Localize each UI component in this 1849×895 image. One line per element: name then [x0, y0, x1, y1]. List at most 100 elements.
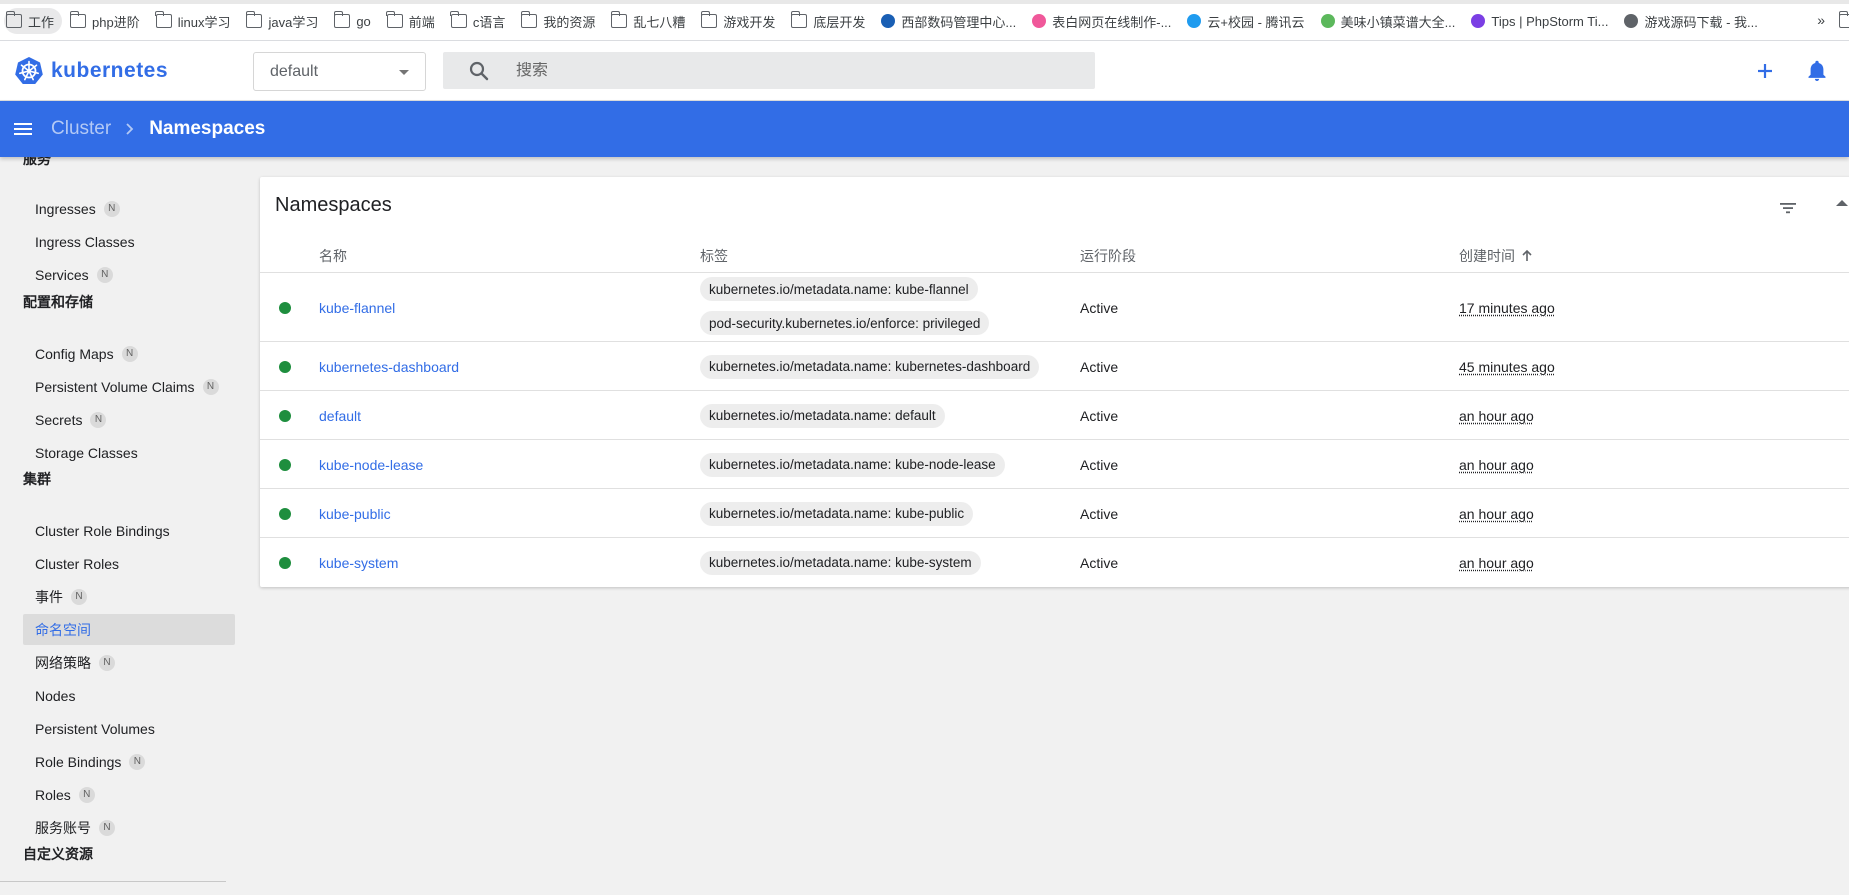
column-header-created[interactable]: 创建时间: [1459, 246, 1535, 266]
sidebar-item[interactable]: Cluster Roles: [23, 548, 235, 579]
bookmark-item[interactable]: 美味小镇菜谱大全...: [1319, 8, 1464, 34]
sidebar-heading-custom-resources[interactable]: 自定义资源: [23, 844, 93, 864]
label-chip: pod-security.kubernetes.io/enforce: priv…: [700, 311, 990, 335]
bookmark-item[interactable]: 乱七八糟: [609, 8, 693, 34]
sidebar-nav: 服务 配置和存储 集群 自定义资源 Ingresses N Ingress Clas…: [0, 157, 240, 895]
site-icon: [881, 14, 896, 28]
namespace-link[interactable]: kube-node-lease: [319, 457, 423, 473]
label-chip: kubernetes.io/metadata.name: kube-public: [700, 501, 974, 526]
bookmark-label: linux学习: [177, 14, 231, 30]
sidebar-item[interactable]: Services N: [23, 259, 235, 290]
sidebar-item-label: Cluster Roles: [35, 555, 120, 572]
bookmark-item[interactable]: 西部数码管理中心...: [879, 8, 1024, 34]
sidebar-item[interactable]: Persistent Volume Claims N: [23, 371, 235, 402]
created-time: an hour ago: [1459, 505, 1534, 522]
sidebar-item[interactable]: 事件 N: [23, 581, 235, 612]
sidebar-item[interactable]: Ingress Classes: [23, 226, 235, 257]
sidebar-item-label: Ingresses: [35, 200, 96, 217]
bookmark-item[interactable]: c语言: [449, 8, 514, 34]
folder-icon: [450, 11, 467, 28]
sidebar-item-label: Ingress Classes: [35, 233, 135, 250]
folder-icon: [520, 11, 538, 28]
sidebar-item[interactable]: Roles N: [23, 779, 235, 810]
sidebar-item[interactable]: Storage Classes: [23, 437, 235, 468]
bookmark-item[interactable]: 游戏开发: [699, 8, 783, 34]
bookmark-item[interactable]: php进阶: [68, 8, 148, 34]
bookmark-item[interactable]: 表白网页在线制作-...: [1030, 8, 1179, 34]
bookmark-item[interactable]: 前端: [385, 8, 443, 34]
created-time: an hour ago: [1459, 407, 1534, 424]
bookmark-item[interactable]: go: [332, 8, 378, 34]
bookmarks-overflow-button[interactable]: »: [1817, 12, 1825, 28]
bookmark-list: 工作 php进阶 linux学习 java学习 go 前端 c语言 我的资源 乱七八糟 游戏开发 底…: [4, 8, 1772, 34]
label-chip: kubernetes.io/metadata.name: kubernetes-…: [700, 354, 1040, 379]
sidebar-item[interactable]: Ingresses N: [23, 193, 235, 224]
bookmark-item[interactable]: Tips | PhpStorm Ti...: [1469, 8, 1616, 34]
namespaced-badge: N: [96, 266, 113, 283]
bookmark-item[interactable]: 游戏源码下载 - 我...: [1622, 8, 1765, 34]
hamburger-menu-icon[interactable]: [11, 117, 35, 141]
phase-value: Active: [1080, 505, 1119, 522]
namespace-select-value: default: [270, 62, 319, 80]
bookmark-item[interactable]: 底层开发: [789, 8, 873, 34]
created-time: 17 minutes ago: [1459, 299, 1555, 316]
bookmark-label: 西部数码管理中心...: [901, 14, 1017, 30]
bookmark-label: 美味小镇菜谱大全...: [1340, 14, 1456, 30]
status-active-icon: [279, 301, 291, 314]
sidebar-item[interactable]: Role Bindings N: [23, 746, 235, 777]
folder-icon: [333, 11, 351, 28]
sidebar-item[interactable]: Cluster Role Bindings: [23, 515, 235, 546]
dropdown-caret-icon: [399, 70, 409, 75]
sidebar-item[interactable]: Persistent Volumes: [23, 713, 235, 744]
sidebar-item[interactable]: Nodes: [23, 680, 235, 711]
sidebar-heading-services: 服务: [23, 157, 51, 167]
folder-icon: [700, 11, 718, 28]
kubernetes-logo[interactable]: kubernetes: [14, 56, 168, 86]
chevron-right-icon: [126, 123, 134, 135]
sidebar-item[interactable]: 网络策略 N: [23, 647, 235, 678]
sidebar-item-label: 事件: [35, 588, 63, 605]
sidebar-item-label: Role Bindings: [35, 753, 122, 770]
namespace-link[interactable]: default: [319, 408, 361, 424]
card-title: Namespaces: [275, 194, 392, 216]
other-bookmarks-folder-icon[interactable]: [1838, 11, 1849, 31]
folder-icon: [5, 11, 22, 28]
namespace-link[interactable]: kubernetes-dashboard: [319, 359, 459, 375]
filter-icon[interactable]: [1776, 196, 1800, 220]
namespace-select[interactable]: default: [253, 52, 426, 91]
namespaced-badge: N: [121, 345, 138, 362]
breadcrumb-cluster-link[interactable]: Cluster: [51, 118, 111, 140]
sidebar-item-label: Roles: [35, 786, 71, 803]
sidebar-item[interactable]: Config Maps N: [23, 338, 235, 369]
bookmark-item[interactable]: 我的资源: [519, 8, 603, 34]
phase-value: Active: [1080, 299, 1119, 316]
search-input[interactable]: [516, 61, 1076, 80]
collapse-card-icon[interactable]: [1836, 200, 1848, 206]
create-resource-plus-icon[interactable]: [1753, 59, 1777, 83]
kubernetes-wheel-icon: [15, 57, 43, 84]
namespace-link[interactable]: kube-flannel: [319, 300, 395, 316]
column-header-labels: 标签: [700, 248, 728, 264]
folder-icon: [155, 11, 172, 28]
sidebar-item[interactable]: Secrets N: [23, 404, 235, 435]
sidebar-item[interactable]: 命名空间: [23, 614, 235, 645]
site-icon: [1320, 14, 1335, 28]
created-time: an hour ago: [1459, 554, 1534, 571]
sidebar-item-label: Persistent Volumes: [35, 720, 155, 737]
search-icon[interactable]: [467, 59, 491, 83]
namespace-link[interactable]: kube-system: [319, 555, 398, 571]
cloud-icon: [1187, 14, 1202, 28]
table-row: kube-node-lease kubernetes.io/metadata.na…: [260, 439, 1849, 488]
bookmark-item[interactable]: 工作: [4, 8, 63, 34]
sidebar-item-label: Secrets: [35, 411, 83, 428]
bookmark-item[interactable]: 云+校园 - 腾讯云: [1185, 8, 1312, 34]
bookmark-item[interactable]: java学习: [244, 8, 326, 34]
search-bar: [443, 52, 1095, 89]
sidebar-item[interactable]: 服务账号 N: [23, 812, 235, 843]
bookmark-label: 前端: [408, 14, 435, 30]
logo-text: kubernetes: [51, 59, 169, 82]
bookmark-item[interactable]: linux学习: [154, 8, 239, 34]
namespace-link[interactable]: kube-public: [319, 506, 391, 522]
notifications-bell-icon[interactable]: [1805, 59, 1829, 83]
bookmark-label: java学习: [268, 14, 319, 30]
